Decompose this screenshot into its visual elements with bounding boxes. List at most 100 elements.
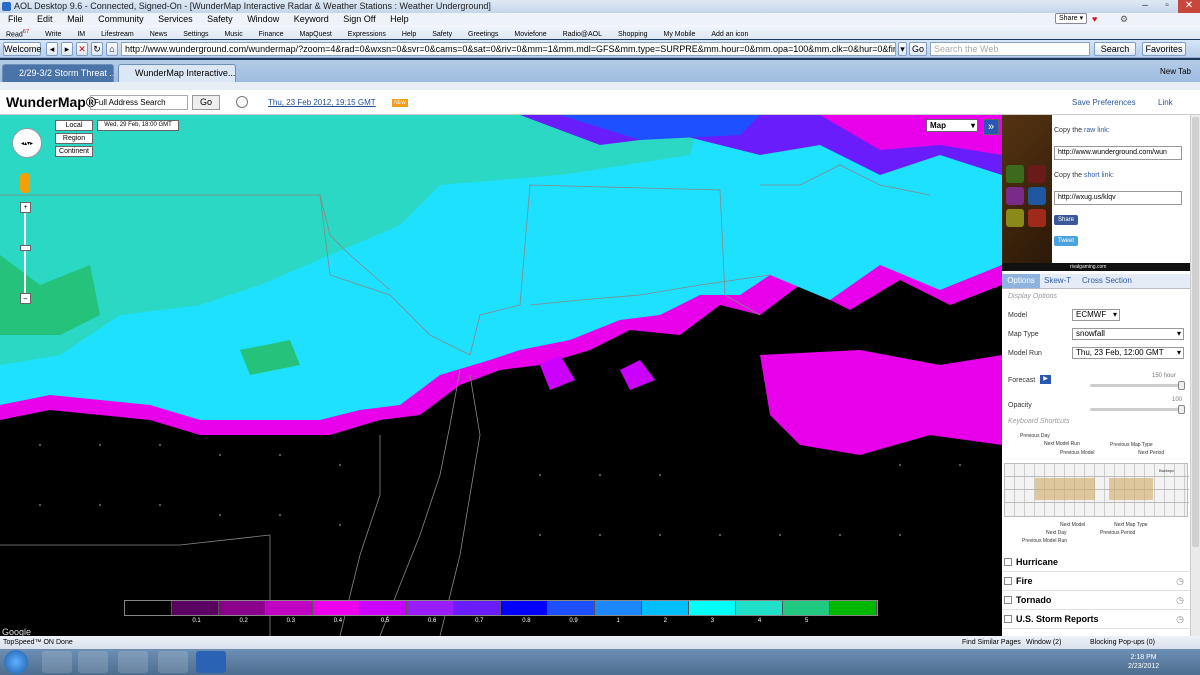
media-player-icon[interactable] <box>78 651 108 673</box>
short-link-field[interactable]: http://wxug.us/klqv <box>1054 191 1182 205</box>
new-tab-button[interactable]: New Tab <box>1160 67 1191 76</box>
tab-wundermap[interactable]: WunderMap Interactive... <box>118 64 236 82</box>
map-date-link[interactable]: Thu, 23 Feb 2012, 19:15 GMT <box>268 98 376 107</box>
opacity-slider-thumb[interactable] <box>1178 405 1185 414</box>
menu-signoff[interactable]: Sign Off <box>343 13 375 25</box>
firefox-icon[interactable] <box>118 651 148 673</box>
layer-hurricane[interactable]: Hurricane <box>1002 553 1190 572</box>
menu-edit[interactable]: Edit <box>37 13 53 25</box>
display-options-heading: Display Options <box>1008 293 1058 300</box>
kb-label-next-day: Next Day <box>1046 530 1067 536</box>
collapse-panel-button[interactable]: » <box>983 119 999 135</box>
model-run-select[interactable]: Thu, 23 Feb, 12:00 GMT ▾ <box>1072 347 1184 359</box>
minimize-button[interactable]: – <box>1134 0 1156 13</box>
unread-count: 67 <box>22 29 30 35</box>
opacity-slider[interactable] <box>1090 408 1182 411</box>
address-dropdown-icon[interactable]: ▾ <box>898 42 907 56</box>
find-similar-button[interactable]: Find Similar Pages <box>962 636 1021 649</box>
legend-label: 0.8 <box>522 618 531 624</box>
map-type-dropdown[interactable]: snowfall ▾ <box>1072 328 1184 340</box>
tab-options[interactable]: Options <box>1002 274 1040 288</box>
pan-control[interactable]: ◂▴▾▸ <box>12 128 42 158</box>
menu-safety[interactable]: Safety <box>207 13 233 25</box>
back-icon[interactable]: ◂ <box>46 42 58 56</box>
menu-keyword[interactable]: Keyword <box>294 13 329 25</box>
welcome-button[interactable]: Welcome <box>3 42 41 56</box>
legend-label: 4 <box>757 618 762 624</box>
gear-icon[interactable]: ⚙ <box>1120 13 1128 25</box>
layer-fire[interactable]: Fire ◷ <box>1002 572 1190 591</box>
new-badge: NEW <box>392 99 408 107</box>
kb-label-next-period: Next Period <box>1138 450 1165 456</box>
heart-icon[interactable]: ♥ <box>1092 13 1097 25</box>
tab-cross-section[interactable]: Cross Section <box>1082 274 1132 288</box>
clock-icon: ◷ <box>1176 614 1184 624</box>
snowfall-map[interactable]: Local Region Continent Wed, 29 Feb, 18:0… <box>0 115 1002 636</box>
legend-label: 0.5 <box>380 618 390 624</box>
stop-icon[interactable]: ✕ <box>76 42 88 56</box>
link-link[interactable]: Link <box>1158 98 1173 107</box>
menu-community[interactable]: Community <box>98 13 144 25</box>
forecast-slider[interactable] <box>1090 384 1182 387</box>
start-button[interactable] <box>4 650 28 674</box>
forward-icon[interactable]: ▸ <box>61 42 73 56</box>
system-clock[interactable]: 2:18 PM 2/23/2012 <box>1128 653 1159 671</box>
favorites-button[interactable]: Favorites <box>1142 42 1186 56</box>
raw-link-field[interactable]: http://www.wunderground.com/wun <box>1054 146 1182 160</box>
legend-swatch <box>125 601 172 615</box>
restore-button[interactable]: ▫ <box>1156 0 1178 13</box>
menu-mail[interactable]: Mail <box>67 13 84 25</box>
play-icon[interactable]: ▶ <box>1040 375 1051 384</box>
aol-taskbar-icon[interactable] <box>196 651 226 673</box>
menu-help[interactable]: Help <box>390 13 409 25</box>
legend-label: 3 <box>710 618 715 624</box>
web-search-input[interactable]: Search the Web <box>930 42 1090 56</box>
share-button[interactable]: Share ▾ <box>1055 13 1088 24</box>
address-bar[interactable]: http://www.wunderground.com/wundermap/?z… <box>121 42 896 56</box>
window-titlebar: AOL Desktop 9.6 - Connected, Signed-On -… <box>0 0 1200 13</box>
layer-storm-reports[interactable]: U.S. Storm Reports ◷ <box>1002 610 1190 629</box>
kb-label-prev-model-run: Previous Model Run <box>1022 538 1068 544</box>
status-bar: TopSpeed™ ON Done Find Similar Pages Win… <box>0 636 1200 649</box>
model-select[interactable]: ECMWF ▾ <box>1072 309 1120 321</box>
home-icon[interactable]: ⌂ <box>106 42 118 56</box>
explorer-icon[interactable] <box>42 651 72 673</box>
map-type-select[interactable]: Map ▾ <box>926 119 978 132</box>
zoom-in-button[interactable]: + <box>20 202 31 213</box>
address-search-input[interactable]: Full Address Search <box>90 95 188 110</box>
region-zoom-button[interactable]: Region <box>55 133 93 144</box>
flight-app-icon[interactable] <box>158 651 188 673</box>
tab-skew-t[interactable]: Skew-T <box>1044 274 1071 288</box>
save-preferences-link[interactable]: Save Preferences <box>1072 98 1136 107</box>
zoom-out-button[interactable]: – <box>20 293 31 304</box>
address-go-button[interactable]: Go <box>192 95 220 110</box>
refresh-icon[interactable]: ↻ <box>91 42 103 56</box>
zoom-slider-track[interactable] <box>24 207 26 299</box>
street-view-pegman-icon[interactable] <box>20 173 30 193</box>
menu-services[interactable]: Services <box>158 13 193 25</box>
zoom-slider-thumb[interactable] <box>20 245 31 251</box>
topspeed-status[interactable]: TopSpeed™ ON <box>3 636 54 649</box>
menu-file[interactable]: File <box>8 13 23 25</box>
advertisement-image[interactable]: rivalgaming.com <box>1002 115 1190 271</box>
continent-zoom-button[interactable]: Continent <box>55 146 93 157</box>
layer-tornado[interactable]: Tornado ◷ <box>1002 591 1190 610</box>
go-button[interactable]: Go <box>909 42 927 56</box>
tab-storm-threat[interactable]: 2/29-3/2 Storm Threat ... <box>2 64 114 82</box>
page-scrollbar[interactable] <box>1190 115 1200 636</box>
local-zoom-button[interactable]: Local <box>55 120 93 131</box>
close-button[interactable]: ✕ <box>1178 0 1200 13</box>
forecast-slider-thumb[interactable] <box>1178 381 1185 390</box>
menu-window[interactable]: Window <box>247 13 279 25</box>
popup-blocker-button[interactable]: Blocking Pop-ups (0) <box>1090 636 1155 649</box>
clock-icon[interactable] <box>236 96 248 108</box>
kb-label-next-model-run: Next Model Run <box>1044 441 1080 447</box>
wundermap-logo[interactable]: WunderMap® <box>6 94 96 110</box>
search-button[interactable]: Search <box>1094 42 1136 56</box>
clock-icon: ◷ <box>1176 595 1184 605</box>
tweet-button[interactable]: Tweet <box>1054 236 1079 246</box>
forecast-value: 150 hour <box>1152 373 1176 379</box>
window-count-button[interactable]: Window (2) <box>1026 636 1061 649</box>
scrollbar-thumb[interactable] <box>1192 117 1199 547</box>
facebook-share-button[interactable]: Share <box>1054 215 1079 225</box>
